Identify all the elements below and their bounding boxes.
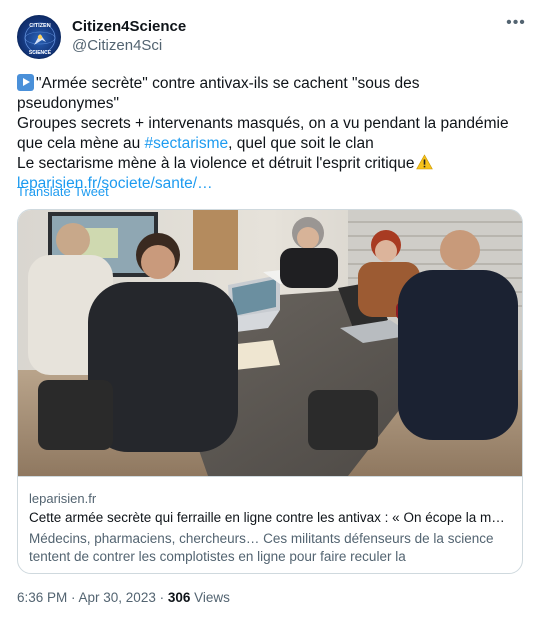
tweet-line-5-text: Le sectarisme mène à la violence et détr… [17, 155, 415, 172]
timestamp[interactable]: 6:36 PM · Apr 30, 2023 · [17, 590, 168, 605]
warning-icon [415, 154, 433, 170]
avatar[interactable]: CITIZEN SCIENCE [17, 15, 61, 59]
hashtag-link[interactable]: #sectarisme [145, 135, 229, 152]
author-handle[interactable]: @Citizen4Sci [72, 37, 162, 54]
link-preview-card[interactable]: leparisien.fr Cette armée secrète qui fe… [17, 209, 523, 574]
play-button-icon [17, 74, 34, 91]
tweet-line-3: Groupes secrets + intervenants masqués, … [17, 115, 509, 132]
tweet: CITIZEN SCIENCE Citizen4Science @Citizen… [0, 0, 539, 626]
card-meta[interactable]: leparisien.fr Cette armée secrète qui fe… [18, 476, 522, 573]
avatar-text-top: CITIZEN [29, 23, 50, 29]
card-description-line-2: tentent de contrer les complotistes en l… [29, 549, 406, 564]
tweet-line-5: Le sectarisme mène à la violence et détr… [17, 154, 527, 174]
tweet-footer: 6:36 PM · Apr 30, 2023 · 306 Views [17, 590, 230, 605]
card-domain: leparisien.fr [29, 491, 97, 506]
card-image[interactable] [18, 210, 522, 476]
tweet-line-2: pseudonymes" [17, 95, 120, 112]
card-description-line-1: Médecins, pharmaciens, chercheurs… Ces m… [29, 531, 494, 546]
avatar-logo-icon: CITIZEN SCIENCE [24, 22, 56, 56]
tweet-line-1-text: "Armée secrète" contre antivax-ils se ca… [36, 75, 420, 92]
tweet-line-4-prefix: que cela mène au [17, 135, 145, 152]
card-description: Médecins, pharmaciens, chercheurs… Ces m… [29, 530, 513, 566]
card-title[interactable]: Cette armée secrète qui ferraille en lig… [29, 510, 513, 525]
author-name[interactable]: Citizen4Science [72, 18, 186, 35]
tweet-text: "Armée secrète" contre antivax-ils se ca… [17, 74, 527, 194]
avatar-text-bottom: SCIENCE [29, 50, 52, 56]
meeting-photo [18, 210, 522, 476]
tweet-line-1: "Armée secrète" contre antivax-ils se ca… [17, 74, 527, 94]
tweet-line-4: que cela mène au #sectarisme, quel que s… [17, 134, 527, 154]
views-count[interactable]: 306 [168, 590, 191, 605]
translate-tweet-link[interactable]: Translate Tweet [17, 184, 109, 199]
more-options-icon[interactable]: ••• [505, 14, 527, 36]
views-label: Views [190, 590, 230, 605]
tweet-line-4-suffix: , quel que soit le clan [228, 135, 374, 152]
